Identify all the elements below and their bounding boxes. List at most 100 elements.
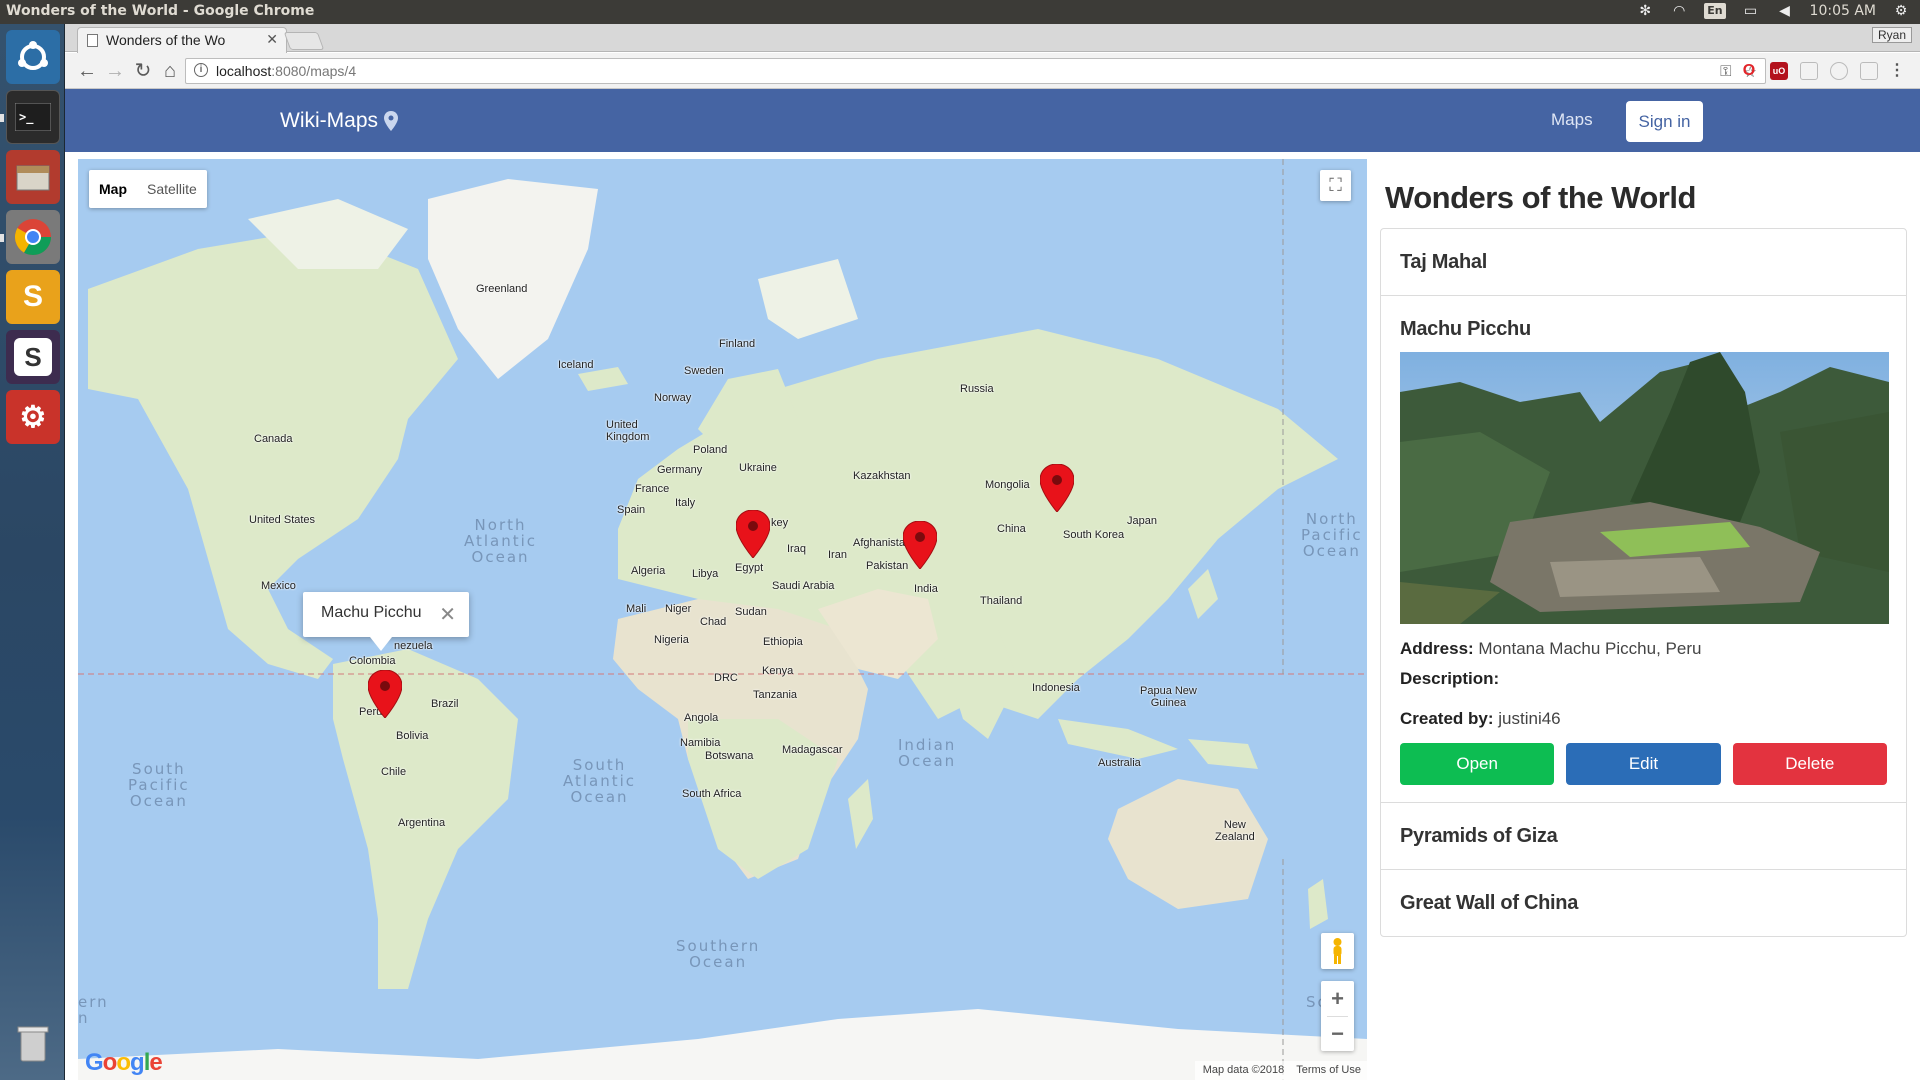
list-item[interactable]: Taj Mahal <box>1381 229 1906 296</box>
fullscreen-icon[interactable]: ⛶ <box>1320 170 1351 201</box>
place-address: Address: Montana Machu Picchu, Peru <box>1400 639 1887 659</box>
delete-button[interactable]: Delete <box>1732 743 1887 785</box>
terms-of-use-link[interactable]: Terms of Use <box>1296 1064 1361 1080</box>
address-bar[interactable]: i localhost:8080/maps/4 ⚿ ☆ <box>185 58 1766 84</box>
home-icon[interactable]: ⌂ <box>158 59 182 83</box>
country-label: Kazakhstan <box>853 470 911 482</box>
key-icon[interactable]: ⚿ <box>1720 63 1731 81</box>
terminal-icon[interactable]: >_ <box>6 90 60 144</box>
country-label: Finland <box>719 338 756 350</box>
country-label: Canada <box>254 433 293 445</box>
extension-icon[interactable] <box>1800 62 1818 80</box>
country-label: Colombia <box>349 655 396 667</box>
url-path: :8080/maps/4 <box>271 63 357 79</box>
chrome-icon[interactable] <box>6 210 60 264</box>
country-label: Poland <box>693 444 728 456</box>
zoom-out-icon[interactable]: − <box>1321 1016 1354 1051</box>
map-type-map-button[interactable]: Map <box>89 170 137 208</box>
forward-icon[interactable]: → <box>103 59 127 83</box>
sign-in-button[interactable]: Sign in <box>1626 101 1703 142</box>
opera-extension-icon[interactable]: O <box>1740 62 1758 80</box>
place-title[interactable]: Great Wall of China <box>1400 870 1887 936</box>
slack-icon[interactable]: S <box>6 330 60 384</box>
country-label: Madagascar <box>782 744 843 756</box>
nav-maps-link[interactable]: Maps <box>1551 110 1593 130</box>
settings-gear-icon[interactable]: ✻ <box>1636 3 1654 19</box>
new-tab-button[interactable] <box>283 32 325 50</box>
country-label: Japan <box>1127 515 1157 527</box>
ubuntu-launcher: >_ S S ⚙ <box>0 24 65 1080</box>
ocean-label: Indian Ocean <box>898 736 957 770</box>
ubuntu-dash-icon[interactable] <box>6 30 60 84</box>
ublock-extension-icon[interactable]: uO <box>1770 62 1788 80</box>
wifi-icon[interactable]: ◠ <box>1670 3 1688 19</box>
country-label: key <box>771 517 789 529</box>
country-label: Botswana <box>705 750 754 762</box>
country-label: Afghanista <box>853 537 905 549</box>
country-label: Norway <box>654 392 692 404</box>
place-title[interactable]: Taj Mahal <box>1400 229 1887 295</box>
map-title: Wonders of the World <box>1385 180 1696 215</box>
country-label: Ethiopia <box>763 636 803 648</box>
map-marker-machu-picchu[interactable] <box>368 670 402 718</box>
list-item[interactable]: Pyramids of Giza <box>1381 803 1906 870</box>
street-view-pegman-icon[interactable] <box>1321 933 1354 969</box>
extension-icon[interactable] <box>1830 62 1848 80</box>
info-window-close-icon[interactable]: ✕ <box>439 602 456 627</box>
country-label: United Kingdom <box>606 419 650 443</box>
country-label: Spain <box>617 504 646 516</box>
country-label: Tanzania <box>753 689 798 701</box>
site-info-icon[interactable]: i <box>194 63 208 77</box>
map-marker-pyramids[interactable] <box>736 510 770 558</box>
brand-link[interactable]: Wiki-Maps <box>280 109 398 133</box>
system-settings-icon[interactable]: ⚙ <box>6 390 60 444</box>
country-label: Papua New Guinea <box>1140 685 1197 709</box>
tab-close-icon[interactable]: ✕ <box>266 31 278 48</box>
edit-button[interactable]: Edit <box>1566 743 1721 785</box>
extension-icon[interactable] <box>1860 62 1878 80</box>
address-label: Address: <box>1400 639 1474 658</box>
trash-icon[interactable] <box>6 1016 60 1070</box>
browser-tab[interactable]: Wonders of the Wo ✕ <box>77 27 287 53</box>
zoom-in-icon[interactable]: + <box>1321 981 1354 1016</box>
map-pin-icon <box>384 111 398 131</box>
back-icon[interactable]: ← <box>75 59 99 83</box>
map-attribution: Map data ©2018 Terms of Use <box>1194 1061 1367 1080</box>
map-canvas[interactable]: North Atlantic Ocean South Atlantic Ocea… <box>78 159 1367 1080</box>
place-title[interactable]: Pyramids of Giza <box>1400 803 1887 869</box>
profile-button[interactable]: Ryan <box>1871 27 1912 43</box>
map-marker-taj-mahal[interactable] <box>903 521 937 569</box>
sublime-text-icon[interactable]: S <box>6 270 60 324</box>
country-label: France <box>635 483 670 495</box>
place-description: Description: <box>1400 669 1887 689</box>
ocean-label: North Pacific Ocean <box>1301 510 1363 560</box>
country-label: Ukraine <box>739 462 777 474</box>
battery-icon[interactable]: ▭ <box>1742 3 1760 19</box>
reload-icon[interactable]: ↻ <box>131 59 155 83</box>
country-label: Argentina <box>398 817 446 829</box>
places-list: Taj Mahal Machu Picchu Address: Montana … <box>1380 228 1907 937</box>
tab-title: Wonders of the Wo <box>106 32 226 48</box>
browser-toolbar: ← → ↻ ⌂ i localhost:8080/maps/4 ⚿ ☆ O uO… <box>65 53 1920 89</box>
power-gear-icon[interactable]: ⚙ <box>1892 3 1910 19</box>
open-button[interactable]: Open <box>1400 743 1555 785</box>
clock[interactable]: 10:05 AM <box>1810 3 1876 19</box>
keyboard-layout-indicator[interactable]: En <box>1704 3 1726 19</box>
country-label: Bolivia <box>396 730 429 742</box>
country-label: Iceland <box>558 359 594 371</box>
ocean-label: Southern Ocean <box>676 937 761 971</box>
google-logo[interactable]: Google <box>85 1049 163 1077</box>
url-host: localhost <box>216 63 272 79</box>
page-favicon-icon <box>87 34 98 47</box>
map-marker-great-wall[interactable] <box>1040 464 1074 512</box>
country-label: Italy <box>675 497 696 509</box>
app-navbar: Wiki-Maps Maps Sign in <box>65 89 1920 152</box>
map-type-satellite-button[interactable]: Satellite <box>137 170 207 208</box>
country-label: Iraq <box>787 543 806 555</box>
list-item[interactable]: Great Wall of China <box>1381 870 1906 936</box>
file-manager-icon[interactable] <box>6 150 60 204</box>
chrome-menu-icon[interactable]: ⋮ <box>1888 62 1906 80</box>
country-label: DRC <box>714 672 738 684</box>
volume-icon[interactable]: ◀ <box>1776 3 1794 19</box>
window-title: Wonders of the World - Google Chrome <box>6 3 315 19</box>
